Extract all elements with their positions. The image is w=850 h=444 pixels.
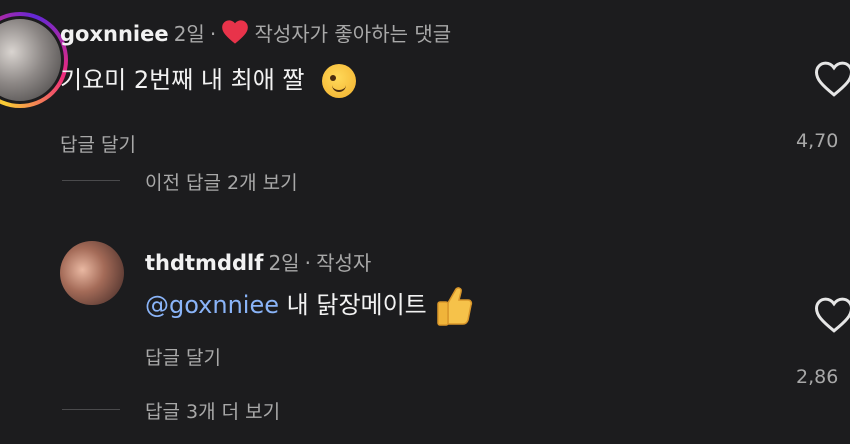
like-heart-icon[interactable] [814, 296, 850, 334]
winking-face-icon [322, 64, 357, 98]
thumbs-up-icon [437, 287, 473, 326]
like-heart-icon[interactable] [814, 60, 850, 98]
divider [62, 180, 120, 181]
reply-avatar[interactable] [60, 241, 124, 305]
reply-time: 2일 [268, 251, 300, 275]
heart-filled-icon [222, 20, 249, 44]
comment-username[interactable]: goxnniee [60, 22, 169, 46]
like-count: 2,86 [796, 366, 839, 388]
comment-text: 기요미 2번째 내 최애 짤 [60, 66, 305, 94]
comment-body: 기요미 2번째 내 최애 짤 [60, 60, 357, 98]
comment-header: goxnniee 2일 · 작성자가 좋아하는 댓글 [60, 18, 451, 47]
view-more-replies-button[interactable]: 답글 3개 더 보기 [145, 397, 280, 424]
reply-username[interactable]: thdtmddlf [145, 251, 263, 275]
mention-link[interactable]: @goxnniee [145, 291, 279, 319]
like-count: 4,70 [796, 130, 839, 152]
comment-time: 2일 [173, 22, 205, 46]
reply-body: @goxnniee 내 닭장메이트 [145, 285, 474, 327]
author-badge: 작성자 [316, 251, 372, 275]
reply-text: 내 닭장메이트 [286, 291, 427, 319]
view-previous-replies-button[interactable]: 이전 답글 2개 보기 [145, 168, 298, 195]
divider [62, 409, 120, 410]
reply-header: thdtmddlf 2일 · 작성자 [145, 247, 371, 276]
reply-button[interactable]: 답글 달기 [145, 343, 221, 370]
meta-separator: · [304, 251, 312, 275]
meta-separator: · [209, 22, 217, 46]
reply-button[interactable]: 답글 달기 [60, 130, 136, 157]
liked-by-author-label: 작성자가 좋아하는 댓글 [254, 22, 452, 46]
